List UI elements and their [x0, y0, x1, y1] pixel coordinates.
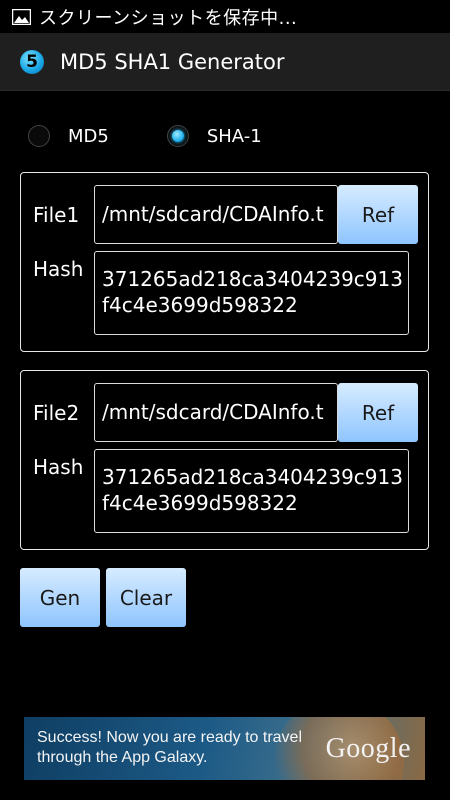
md5-radio-label[interactable]: MD5 — [68, 126, 109, 147]
ad-banner[interactable]: Success! Now you are ready to travel thr… — [24, 717, 425, 780]
md5-radio[interactable] — [28, 125, 50, 147]
file1-ref-button[interactable]: Ref — [338, 185, 418, 244]
hash-type-radio-group: MD5 SHA-1 — [28, 119, 262, 153]
clear-button[interactable]: Clear — [106, 568, 186, 627]
file1-panel: File1 /mnt/sdcard/CDAInfo.t Ref Hash 371… — [20, 172, 429, 352]
radio-selected-dot — [171, 130, 184, 142]
sha1-radio[interactable] — [166, 125, 189, 147]
file1-hash-label: Hash — [33, 257, 84, 281]
file1-hash-field[interactable]: 371265ad218ca3404239c913f4c4e3699d598322 — [94, 251, 409, 335]
file1-label: File1 — [33, 203, 80, 227]
gen-button[interactable]: Gen — [20, 568, 100, 627]
file2-hash-field[interactable]: 371265ad218ca3404239c913f4c4e3699d598322 — [94, 449, 409, 533]
file1-path-field[interactable]: /mnt/sdcard/CDAInfo.t — [94, 185, 338, 244]
ad-text: Success! Now you are ready to travel thr… — [37, 729, 303, 766]
file2-hash-label: Hash — [33, 455, 84, 479]
file2-ref-button[interactable]: Ref — [338, 383, 418, 442]
status-notification-text: スクリーンショットを保存中... — [39, 7, 298, 29]
app-title: MD5 SHA1 Generator — [60, 49, 285, 74]
sha1-radio-label[interactable]: SHA-1 — [207, 126, 262, 147]
status-bar: スクリーンショットを保存中... — [0, 0, 450, 33]
image-icon — [12, 8, 31, 25]
app-icon: 5 — [20, 49, 44, 74]
title-bar: 5 MD5 SHA1 Generator — [0, 33, 450, 91]
file2-panel: File2 /mnt/sdcard/CDAInfo.t Ref Hash 371… — [20, 370, 429, 550]
ad-google-logo: Google — [325, 733, 411, 764]
file2-path-field[interactable]: /mnt/sdcard/CDAInfo.t — [94, 383, 338, 442]
file2-label: File2 — [33, 401, 80, 425]
